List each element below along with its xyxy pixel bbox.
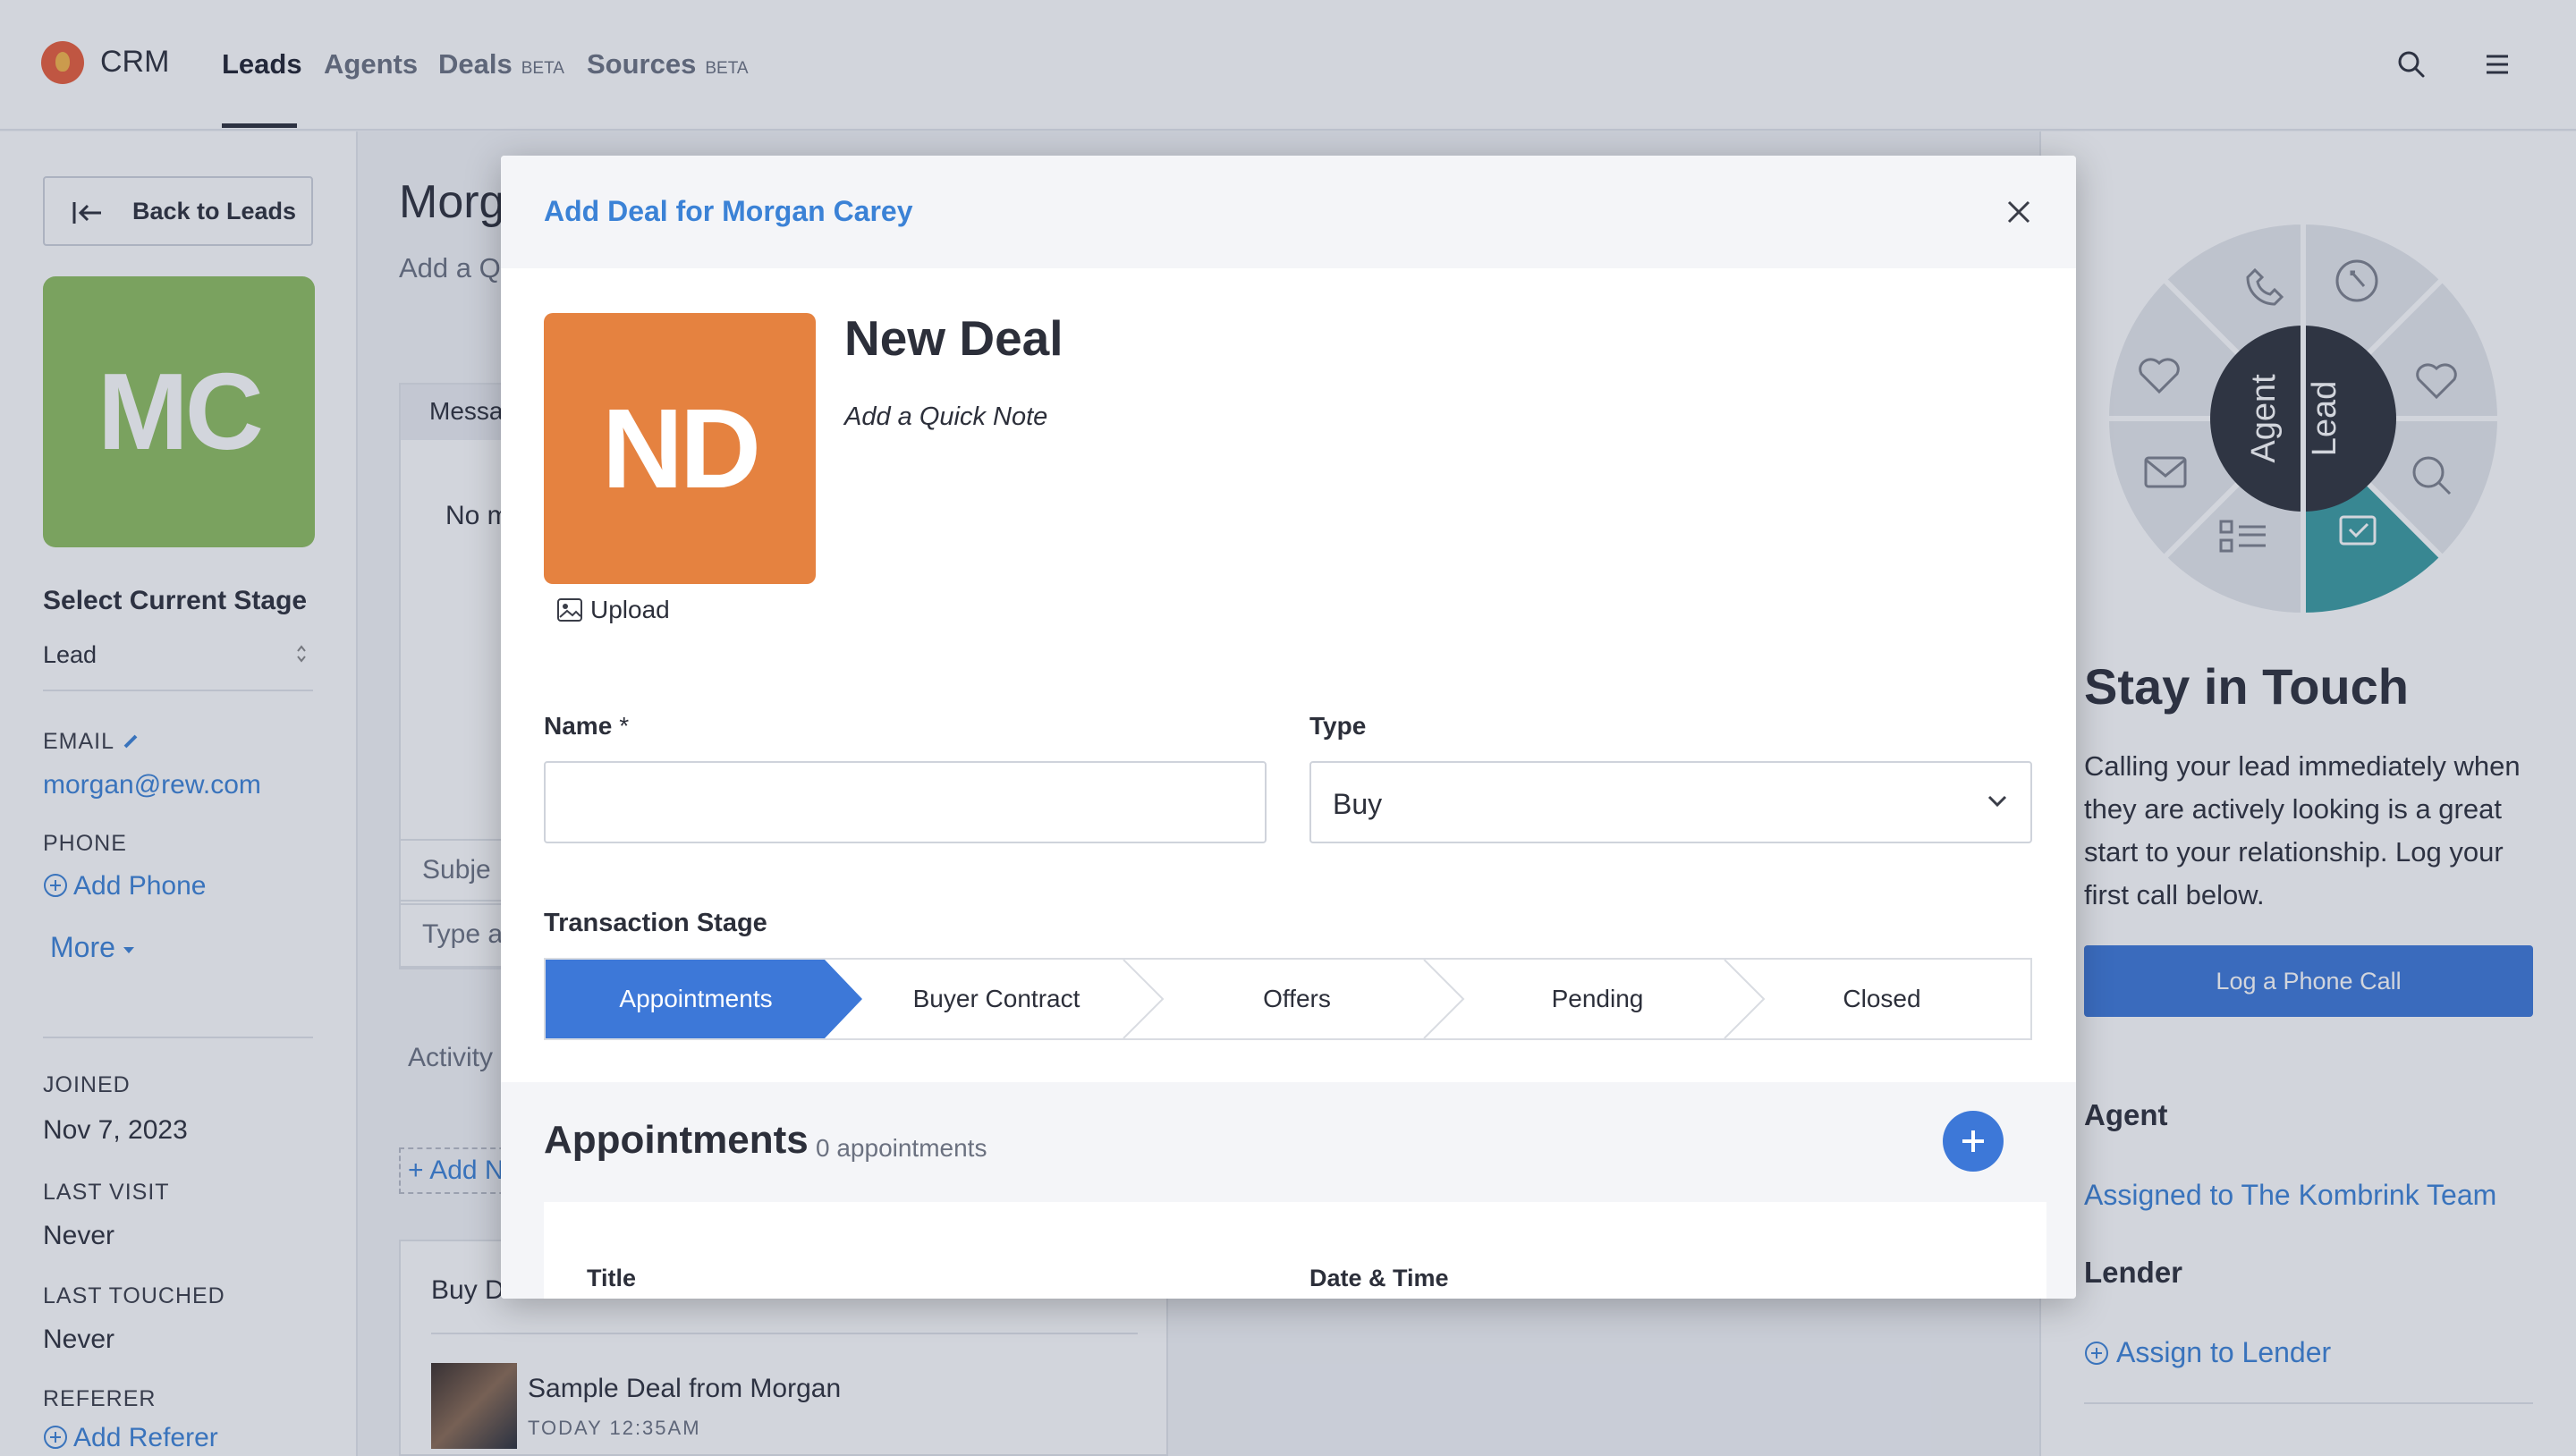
close-icon[interactable]	[2004, 197, 2034, 227]
required-asterisk: *	[619, 712, 630, 740]
chevron-down-icon	[1987, 795, 2007, 808]
deal-name-heading[interactable]: New Deal	[844, 309, 1063, 367]
appointments-count: 0 appointments	[816, 1134, 987, 1162]
transaction-stage-label: Transaction Stage	[544, 909, 767, 937]
transaction-stage-stepper: Appointments Buyer Contract Offers Pendi…	[544, 958, 2032, 1040]
stage-appointments[interactable]: Appointments	[546, 960, 846, 1038]
quick-note-field[interactable]: Add a Quick Note	[844, 402, 1047, 432]
stage-buyer-contract[interactable]: Buyer Contract	[846, 960, 1147, 1038]
type-select[interactable]: Buy	[1309, 761, 2032, 843]
upload-button[interactable]: Upload	[556, 596, 670, 624]
type-select-value: Buy	[1333, 788, 1383, 820]
deal-avatar[interactable]: ND	[544, 313, 816, 584]
appointments-heading: Appointments	[544, 1118, 809, 1162]
add-appointment-button[interactable]	[1943, 1111, 2004, 1172]
deal-name-input[interactable]	[544, 761, 1267, 843]
appointments-table	[544, 1202, 2046, 1299]
stage-pending[interactable]: Pending	[1447, 960, 1748, 1038]
type-label: Type	[1309, 712, 1367, 740]
image-icon	[557, 598, 582, 622]
modal-title: Add Deal for Morgan Carey	[544, 195, 913, 227]
stage-closed[interactable]: Closed	[1732, 960, 2032, 1038]
stage-offers[interactable]: Offers	[1147, 960, 1447, 1038]
name-label: Name *	[544, 712, 630, 740]
column-title: Title	[587, 1265, 637, 1291]
column-date-time: Date & Time	[1309, 1265, 1449, 1291]
add-deal-modal: Add Deal for Morgan Carey ND Upload New …	[501, 156, 2076, 1299]
